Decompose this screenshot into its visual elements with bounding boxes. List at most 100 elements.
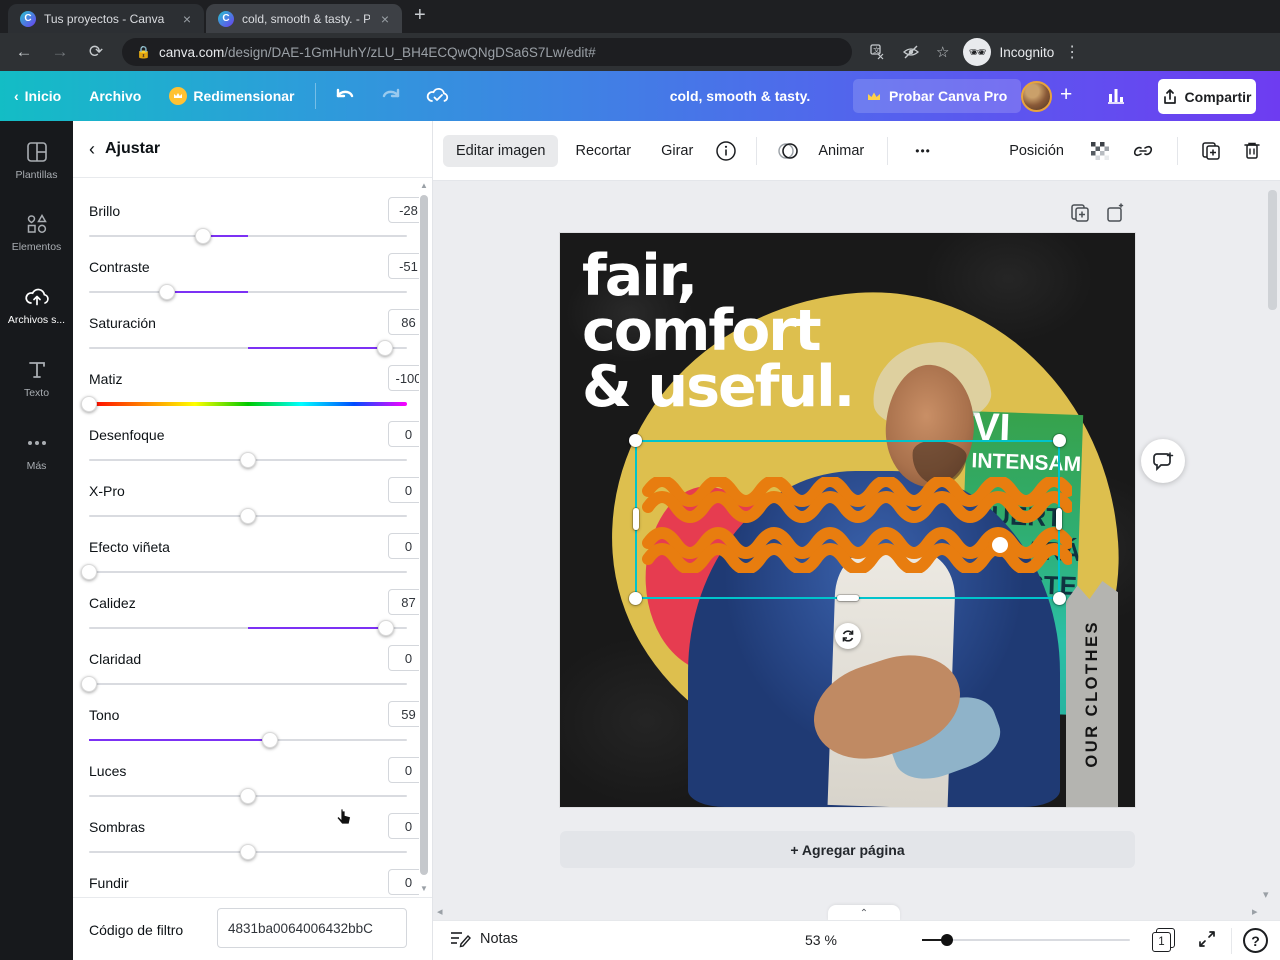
slider-handle[interactable] [378, 620, 395, 636]
slider-value-box[interactable]: -100 [388, 365, 419, 391]
slider-value-box[interactable]: 0 [388, 757, 419, 783]
slider-value-box[interactable]: 0 [388, 421, 419, 447]
duplicate-icon[interactable] [1192, 141, 1230, 161]
undo-button[interactable] [322, 87, 368, 105]
share-button[interactable]: Compartir [1158, 79, 1256, 114]
eye-off-icon[interactable] [902, 44, 920, 60]
selection-handle-s[interactable] [837, 595, 859, 601]
selection-handle-nw[interactable] [629, 434, 642, 447]
slider-handle[interactable] [81, 396, 97, 412]
toolbar-button-editar-imagen[interactable]: Editar imagen [443, 134, 559, 167]
duplicate-page-icon[interactable] [1070, 203, 1090, 223]
slider-handle[interactable] [81, 564, 97, 580]
slider-value-box[interactable]: 59 [388, 701, 419, 727]
delete-icon[interactable] [1234, 141, 1270, 161]
toolbar-button-recortar[interactable]: Recortar [562, 135, 644, 167]
slider-track[interactable] [89, 291, 407, 293]
slider-handle[interactable] [240, 508, 256, 524]
slider-handle[interactable] [195, 228, 212, 244]
transparency-icon[interactable] [1081, 141, 1119, 161]
comment-button[interactable] [1141, 439, 1185, 483]
browser-tab-1[interactable]: Ccold, smooth & tasty. - Pos × [206, 4, 402, 33]
home-button[interactable]: ‹ Inicio [0, 71, 75, 121]
panel-scrollbar-thumb[interactable] [420, 195, 428, 875]
help-button[interactable]: ? [1243, 928, 1268, 953]
design-page[interactable]: VIINTENSAMEMUERTMBLARÁTE USTEN 20N BUENO… [560, 233, 1135, 807]
slider-handle[interactable] [262, 732, 279, 748]
more-options-button[interactable]: ••• [902, 136, 944, 166]
selection-handle-ne[interactable] [1053, 434, 1066, 447]
add-member-button[interactable]: + [1060, 83, 1072, 107]
sidebar-item-elementos[interactable]: Elementos [0, 212, 73, 253]
translate-icon[interactable]: 文 [870, 44, 886, 60]
vscroll-thumb[interactable] [1268, 190, 1277, 310]
notes-button[interactable]: Notas [449, 930, 518, 948]
info-icon[interactable] [706, 140, 746, 162]
selection-handle-w[interactable] [633, 508, 639, 530]
slider-value-box[interactable]: 87 [388, 589, 419, 615]
back-button[interactable]: ← [12, 42, 36, 62]
toolbar-button-girar[interactable]: Girar [648, 135, 706, 167]
address-bar[interactable]: 🔒 canva.com/design/DAE-1GmHuhY/zLU_BH4EC… [122, 38, 852, 66]
slider-value-box[interactable]: 0 [388, 477, 419, 503]
hscroll-left-arrow[interactable]: ◂ [437, 905, 443, 918]
rotate-handle[interactable] [835, 623, 861, 649]
page-navigator-button[interactable]: 1 [1152, 928, 1176, 953]
panel-scrollbar[interactable]: ▲ ▼ [419, 181, 429, 960]
slider-track[interactable] [89, 571, 407, 573]
scroll-down-icon[interactable]: ▼ [419, 884, 429, 893]
slider-handle[interactable] [240, 788, 256, 804]
slider-handle[interactable] [81, 676, 97, 692]
tab-close-icon[interactable]: × [180, 11, 194, 27]
file-menu-button[interactable]: Archivo [75, 71, 155, 121]
sidebar-item-archivos[interactable]: Archivos s... [0, 285, 73, 326]
try-pro-button[interactable]: Probar Canva Pro [853, 79, 1022, 113]
slider-track[interactable] [89, 235, 407, 237]
poster-headline[interactable]: fair, comfort & useful. [582, 247, 855, 415]
selection-handle-sw[interactable] [629, 592, 642, 605]
slider-value-box[interactable]: 86 [388, 309, 419, 335]
slider-value-box[interactable]: 0 [388, 869, 419, 895]
fullscreen-icon[interactable] [1198, 930, 1216, 948]
zoom-slider[interactable] [922, 934, 1130, 946]
forward-button[interactable]: → [48, 42, 72, 62]
slider-handle[interactable] [240, 452, 256, 468]
slider-track[interactable] [89, 683, 407, 685]
panel-back-button[interactable]: ‹ [89, 139, 95, 160]
animate-icon[interactable] [767, 141, 809, 161]
slider-handle[interactable] [158, 284, 175, 300]
slider-value-box[interactable]: 0 [388, 533, 419, 559]
slider-track[interactable] [89, 402, 407, 406]
browser-tab-0[interactable]: C Tus proyectos - Canva × [8, 4, 204, 33]
new-tab-button[interactable]: + [414, 4, 426, 27]
redo-button[interactable] [368, 87, 414, 105]
scroll-up-icon[interactable]: ▲ [419, 181, 429, 190]
selection-handle-se[interactable] [1053, 592, 1066, 605]
selection-handle-e[interactable] [1056, 508, 1062, 530]
slider-value-box[interactable]: 0 [388, 813, 419, 839]
bookmark-star-icon[interactable]: ☆ [936, 43, 949, 61]
reload-button[interactable]: ⟳ [84, 42, 108, 62]
avatar[interactable] [1021, 81, 1052, 112]
add-page-button[interactable]: + Agregar página [560, 831, 1135, 868]
slider-value-box[interactable]: -28 [388, 197, 419, 223]
slider-value-box[interactable]: 0 [388, 645, 419, 671]
slider-handle[interactable] [240, 844, 256, 860]
selection-box[interactable] [629, 434, 1066, 605]
collapse-bottombar-tab[interactable]: ⌃ [828, 905, 900, 921]
filter-code-input[interactable]: 4831ba0064006432bbC [217, 908, 407, 948]
slider-handle[interactable] [376, 340, 393, 356]
sidebar-item-plantillas[interactable]: Plantillas [0, 140, 73, 181]
zoom-slider-handle[interactable] [941, 934, 953, 946]
tab-close-icon[interactable]: × [378, 11, 392, 27]
sidebar-item-mas[interactable]: Más [0, 431, 73, 472]
position-button[interactable]: Posición [996, 135, 1077, 167]
design-title[interactable]: cold, smooth & tasty. [600, 88, 880, 104]
resize-button[interactable]: Redimensionar [155, 71, 308, 121]
add-page-icon[interactable] [1106, 203, 1126, 223]
hscroll-right-arrow[interactable]: ▸ [1252, 905, 1258, 918]
link-icon[interactable] [1123, 142, 1163, 160]
slider-value-box[interactable]: -51 [388, 253, 419, 279]
browser-menu-icon[interactable]: ⋮ [1064, 42, 1080, 62]
animate-button[interactable]: Animar [805, 135, 877, 167]
